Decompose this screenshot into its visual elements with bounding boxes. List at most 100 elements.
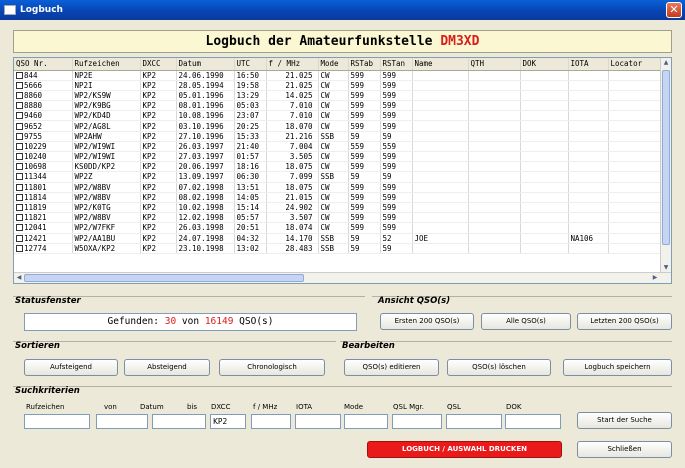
table-row[interactable]: 9652 WP2/AG8L KP2 03.10.1996 20:25 18.070 CW 59… [14,120,663,132]
table-cell: 599 [348,100,381,112]
table-row[interactable]: 11819 WP2/K0TG KP2 10.02.1998 15:14 24.902 CW 5… [14,202,663,214]
row-select-checkbox[interactable] [16,214,23,222]
table-cell: KP2 [140,233,177,244]
row-select-checkbox[interactable] [16,163,23,171]
sort-descending-button[interactable]: Absteigend [124,359,210,376]
column-header[interactable]: RSTab [348,58,381,71]
table-row[interactable]: 12041 WP2/W7FKF KP2 26.03.1998 20:51 18.074 CW… [14,222,663,234]
table-row[interactable]: 8860 WP2/KS9W KP2 05.01.1996 13:29 14.025 CW 59… [14,90,663,102]
scroll-left-icon[interactable]: ◀ [14,273,24,283]
table-cell: KP2 [140,171,177,183]
column-header[interactable]: Name [412,58,469,71]
table-row[interactable]: 11801 WP2/W8BV KP2 07.02.1998 13:51 18.075 CW 5… [14,182,663,193]
table-cell: WP2/KS9W [72,90,141,102]
sort-ascending-button[interactable]: Aufsteigend [24,359,118,376]
table-row[interactable]: 9460 WP2/KD4D KP2 10.08.1996 23:07 7.010 CW 599… [14,110,663,122]
table-row[interactable]: 9755 WP2AHW KP2 27.10.1996 15:33 21.216 SSB 59 5… [14,131,663,142]
close-window-button[interactable]: ✕ [666,2,682,18]
column-header[interactable]: DOK [520,58,569,71]
row-select-checkbox[interactable] [16,173,23,181]
all-qso-button[interactable]: Alle QSO(s) [481,313,571,330]
table-row[interactable]: 10240 WP2/WI9WI KP2 27.03.1997 01:57 3.505 CW 5… [14,151,663,163]
dxcc-search-input[interactable]: KP2 [210,414,246,429]
callsign-search-input[interactable] [24,414,90,429]
table-cell: KP2 [140,161,177,173]
table-row[interactable]: 11344 WP2Z KP2 13.09.1997 06:30 7.099 SSB 59 59 [14,171,663,183]
row-select-checkbox[interactable] [16,132,23,140]
table-cell: CW [318,161,349,173]
scroll-up-icon[interactable]: ▲ [661,58,671,68]
table-row[interactable]: 8880 WP2/K9BG KP2 08.01.1996 05:03 7.010 CW 599… [14,100,663,112]
table-cell: KP2 [140,70,177,81]
column-header[interactable]: IOTA [568,58,609,71]
table-row[interactable]: 12421 WP2/AA1BU KP2 24.07.1998 04:32 14.170 SS… [14,233,663,244]
table-cell: NA106 [568,233,609,244]
row-select-checkbox[interactable] [16,224,23,232]
table-row[interactable]: 10698 KS0DD/KP2 KP2 20.06.1997 18:16 18.075 CW… [14,161,663,173]
table-row[interactable]: 11821 WP2/W8BV KP2 12.02.1998 05:57 3.507 CW 59… [14,212,663,224]
column-header[interactable]: f / MHz [266,58,319,71]
delete-qso-button[interactable]: QSO(s) löschen [447,359,551,376]
row-select-checkbox[interactable] [16,183,23,191]
table-row[interactable]: 844 NP2E KP2 24.06.1990 16:50 21.025 CW 599 599 [14,70,663,81]
table-cell: KP2 [140,182,177,193]
column-header[interactable]: Datum [176,58,235,71]
vertical-scroll-thumb[interactable] [662,70,670,245]
iota-search-input[interactable] [295,414,341,429]
table-cell: 15:14 [234,202,267,214]
date-from-input[interactable] [96,414,148,429]
horizontal-scroll-thumb[interactable] [24,274,304,282]
column-header[interactable]: DXCC [140,58,177,71]
table-cell: CW [318,100,349,112]
vertical-scrollbar[interactable]: ▲ ▼ [660,58,671,273]
row-select-checkbox[interactable] [16,234,23,242]
row-select-checkbox[interactable] [16,102,23,110]
column-header[interactable]: QSO Nr. [14,58,73,71]
row-select-checkbox[interactable] [16,153,23,161]
scroll-right-icon[interactable]: ▶ [650,273,660,283]
row-select-checkbox[interactable] [16,122,23,130]
table-cell: 11344 [14,171,73,183]
column-header[interactable]: Mode [318,58,349,71]
table-row[interactable]: 10229 WP2/WI9WI KP2 26.03.1997 21:40 7.004 CW 5… [14,141,663,153]
row-select-checkbox[interactable] [16,71,23,79]
table-cell [568,90,609,102]
edit-qso-button[interactable]: QSO(s) editieren [344,359,439,376]
qso-table[interactable]: QSO Nr. Rufzeichen DXCC Datum UTC f / MHz Mode… [13,57,672,284]
dok-search-input[interactable] [505,414,561,429]
sort-chronological-button[interactable]: Chronologisch [219,359,325,376]
row-select-checkbox[interactable] [16,81,23,89]
column-header[interactable]: UTC [234,58,267,71]
table-cell [412,192,469,203]
row-select-checkbox[interactable] [16,112,23,120]
column-header[interactable]: RSTan [380,58,413,71]
column-header[interactable]: Locator [608,58,663,71]
column-header[interactable]: Rufzeichen [72,58,141,71]
print-logbook-button[interactable]: LOGBUCH / AUSWAHL DRUCKEN [367,441,562,458]
last-200-button[interactable]: Letzten 200 QSO(s) [577,313,672,330]
mode-search-input[interactable] [344,414,388,429]
table-cell: 59 [380,131,413,142]
horizontal-scrollbar[interactable]: ◀ ▶ [14,272,671,283]
table-cell: 7.010 [266,110,319,122]
close-button[interactable]: Schließen [577,441,672,458]
table-row[interactable]: 11814 WP2/W8BV KP2 08.02.1998 14:05 21.015 CW 5… [14,192,663,203]
save-logbook-button[interactable]: Logbuch speichern [563,359,672,376]
table-row[interactable]: 12774 W5OXA/KP2 KP2 23.10.1998 13:02 28.483 SS… [14,243,663,254]
date-to-input[interactable] [152,414,206,429]
frequency-search-input[interactable] [251,414,291,429]
row-select-checkbox[interactable] [16,204,23,212]
table-row[interactable]: 5666 NP2I KP2 28.05.1994 19:58 21.025 CW 599 599 [14,80,663,91]
table-cell: 599 [348,151,381,163]
row-select-checkbox[interactable] [16,91,23,99]
start-search-button[interactable]: Start der Suche [577,412,672,429]
row-select-checkbox[interactable] [16,244,23,252]
qsl-manager-search-input[interactable] [392,414,442,429]
first-200-button[interactable]: Ersten 200 QSO(s) [380,313,474,330]
table-cell: 08.02.1998 [176,192,235,203]
column-header[interactable]: QTH [468,58,521,71]
row-select-checkbox[interactable] [16,193,23,201]
qsl-search-input[interactable] [446,414,502,429]
row-select-checkbox[interactable] [16,142,23,150]
qso-number: 11344 [24,172,47,182]
